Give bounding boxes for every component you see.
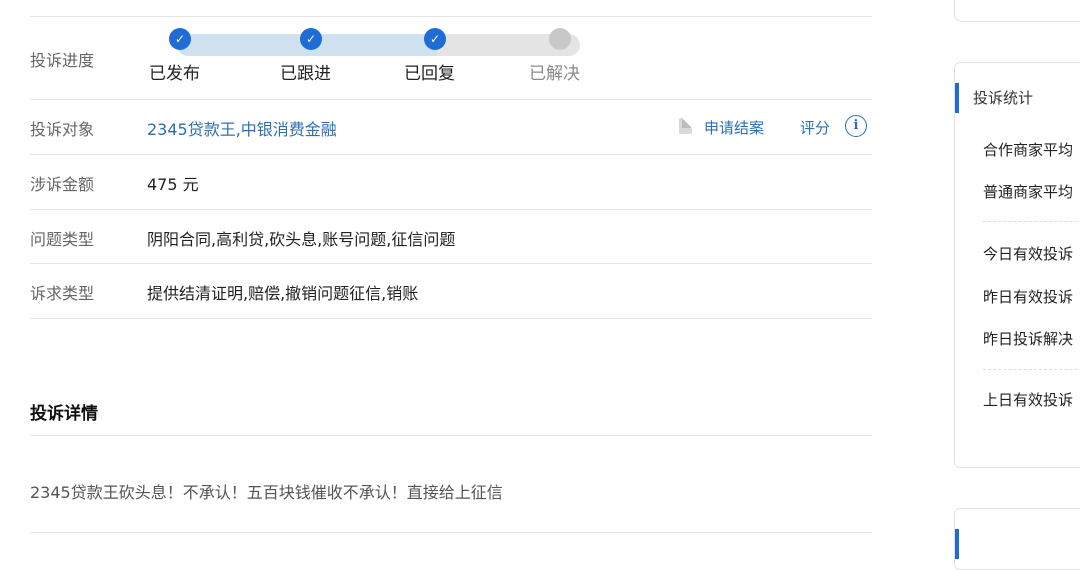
details-title: 投诉详情 — [30, 404, 98, 424]
amount-label: 涉诉金额 — [30, 175, 95, 194]
demand-type-value: 提供结清证明,赔偿,撤销问题征信,销账 — [147, 284, 419, 303]
document-icon — [679, 118, 692, 134]
second-panel-accent-bar — [955, 529, 959, 559]
stats-item: 普通商家平均 — [983, 183, 1074, 201]
divider — [30, 154, 872, 155]
step-resolved-dot-icon — [549, 28, 571, 50]
stats-item: 今日有效投诉 — [983, 245, 1074, 263]
target-link[interactable]: 2345贷款王,中银消费金融 — [147, 116, 337, 140]
stats-dash-divider — [983, 221, 1080, 222]
stats-dash-divider — [983, 369, 1080, 370]
stats-title: 投诉统计 — [973, 89, 1034, 107]
stats-item: 上日有效投诉 — [983, 391, 1074, 409]
progress-tracker: ✓ ✓ ✓ 已发布 已跟进 已回复 已解决 — [147, 28, 617, 88]
sidebar-second-panel — [954, 508, 1080, 570]
divider — [30, 263, 872, 264]
progress-track — [177, 34, 580, 56]
rate-button[interactable]: 评分 — [800, 117, 830, 138]
stats-item: 昨日投诉解决 — [983, 330, 1074, 348]
divider — [30, 209, 872, 210]
step-label-resolved: 已解决 — [529, 64, 580, 84]
sidebar-top-box — [954, 0, 1080, 22]
demand-type-label: 诉求类型 — [30, 284, 95, 303]
divider — [30, 99, 872, 100]
target-label: 投诉对象 — [30, 120, 95, 139]
complaint-main: 投诉进度 ✓ ✓ ✓ 已发布 已跟进 已回复 已解决 投诉对象 2345贷款王,… — [30, 0, 872, 535]
step-label-followed: 已跟进 — [280, 64, 331, 84]
divider — [30, 532, 872, 533]
step-label-published: 已发布 — [149, 64, 200, 84]
amount-value: 475 元 — [147, 175, 199, 194]
issue-type-label: 问题类型 — [30, 230, 95, 249]
step-published-check-icon: ✓ — [169, 28, 191, 50]
step-replied-check-icon: ✓ — [424, 28, 446, 50]
divider — [30, 435, 872, 436]
stats-item: 合作商家平均 — [983, 141, 1074, 159]
divider — [30, 16, 872, 17]
divider — [30, 318, 872, 319]
stats-accent-bar — [955, 83, 959, 113]
apply-close-button[interactable]: 申请结案 — [704, 117, 764, 138]
stats-item: 昨日有效投诉 — [983, 288, 1074, 306]
step-followed-check-icon: ✓ — [300, 28, 322, 50]
details-text: 2345贷款王砍头息！不承认！五百块钱催收不承认！直接给上征信 — [30, 483, 503, 502]
progress-label: 投诉进度 — [30, 51, 95, 70]
info-icon[interactable]: i — [845, 115, 867, 137]
issue-type-value: 阴阳合同,高利贷,砍头息,账号问题,征信问题 — [147, 230, 456, 249]
step-label-replied: 已回复 — [404, 64, 455, 84]
complaint-stats-panel: 投诉统计 合作商家平均 普通商家平均 今日有效投诉 昨日有效投诉 昨日投诉解决 … — [954, 62, 1080, 468]
